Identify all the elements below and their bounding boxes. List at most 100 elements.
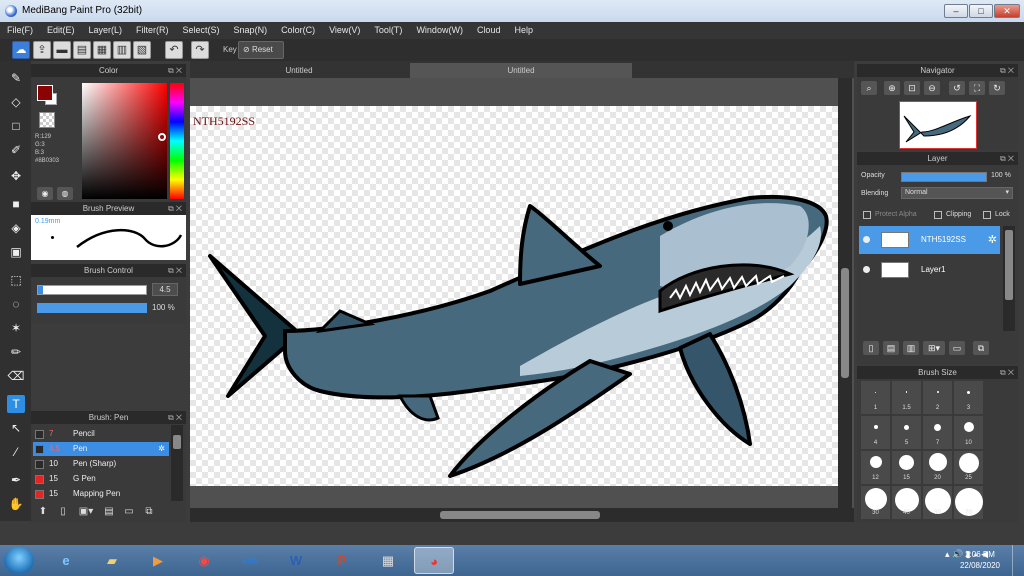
layer-visibility-toggle[interactable]	[863, 266, 870, 273]
brush-size-cell[interactable]: 25	[954, 451, 983, 484]
protect-alpha-checkbox[interactable]	[863, 211, 871, 219]
menu-layer[interactable]: Layer(L)	[82, 22, 130, 39]
select-tool-icon[interactable]: ⬚	[7, 271, 25, 289]
saturation-value-picker[interactable]	[82, 83, 167, 199]
word-icon[interactable]: W	[276, 547, 316, 574]
calculator-icon[interactable]: ▦	[368, 547, 408, 574]
new-layer-8bit-icon[interactable]: ▤	[883, 341, 899, 355]
scrollbar-thumb[interactable]	[173, 435, 181, 449]
blending-mode-select[interactable]: Normal ▾	[901, 187, 1013, 199]
brush-item-pen[interactable]: 4.5 Pen ✲	[33, 442, 169, 456]
redo-icon[interactable]: ↷	[191, 41, 209, 59]
brush-size-cell[interactable]: 70	[954, 486, 983, 519]
brush-size-cell[interactable]: 50	[923, 486, 952, 519]
document-icon[interactable]: ▦	[93, 41, 111, 59]
chrome-icon[interactable]: ◉	[184, 547, 224, 574]
zoom-in-icon[interactable]: ⊕	[884, 81, 900, 95]
brush-size-cell[interactable]: 12	[861, 451, 890, 484]
brush-item-mapping-pen[interactable]: 15 Mapping Pen	[33, 487, 169, 501]
transparent-color-swatch[interactable]	[39, 112, 55, 128]
gradient-tool-icon[interactable]: ▣	[7, 243, 25, 261]
panel-popout-close-icon[interactable]: ⧉ ✕	[168, 202, 182, 215]
select-pen-tool-icon[interactable]: ✏	[7, 343, 25, 361]
duplicate-layer-icon[interactable]: ⧉	[973, 341, 989, 355]
brush-size-cell[interactable]: 4	[861, 416, 890, 449]
menu-window[interactable]: Window(W)	[409, 22, 470, 39]
menu-filter[interactable]: Filter(R)	[129, 22, 176, 39]
zalo-icon[interactable]: Zalo	[230, 547, 270, 574]
undo-icon[interactable]: ↶	[165, 41, 183, 59]
brush-size-cell[interactable]: 15	[892, 451, 921, 484]
brush-item-pen-sharp[interactable]: 10 Pen (Sharp)	[33, 457, 169, 471]
brush-item-pencil[interactable]: 7 Pencil	[33, 427, 169, 441]
medibang-taskbar-icon[interactable]: ◕	[414, 547, 454, 574]
materials-icon[interactable]: ▧	[133, 41, 151, 59]
foreground-color-swatch[interactable]	[37, 85, 53, 101]
rotate-left-icon[interactable]: ↺	[949, 81, 965, 95]
eyedropper-tool-icon[interactable]: ⁄	[7, 443, 25, 461]
scrollbar-thumb[interactable]	[1005, 230, 1013, 300]
menu-file[interactable]: File(F)	[0, 22, 40, 39]
menu-snap[interactable]: Snap(N)	[227, 22, 275, 39]
tab-untitled-1[interactable]: Untitled	[190, 63, 408, 78]
brush-list-scrollbar[interactable]	[171, 425, 183, 501]
panel-popout-close-icon[interactable]: ⧉ ✕	[1000, 152, 1014, 165]
bucket-tool-icon[interactable]: ◈	[7, 219, 25, 237]
minimize-button[interactable]: –	[944, 4, 968, 18]
maximize-button[interactable]: □	[969, 4, 993, 18]
panel-popout-close-icon[interactable]: ⧉ ✕	[168, 64, 182, 77]
brush-opacity-slider[interactable]	[37, 303, 147, 313]
clipping-checkbox[interactable]	[934, 211, 942, 219]
layer-row-nth5192ss[interactable]: NTH5192SS ✲	[859, 226, 1000, 254]
brush-item-g-pen[interactable]: 15 G Pen	[33, 472, 169, 486]
lock-checkbox[interactable]	[983, 211, 991, 219]
drawing-canvas[interactable]: NTH5192SS	[190, 106, 838, 486]
cloud-icon[interactable]: ☁	[12, 41, 30, 59]
brush-size-cell[interactable]: 1.5	[892, 381, 921, 414]
eraser-tool-icon[interactable]: ◇	[7, 93, 25, 111]
menu-select[interactable]: Select(S)	[176, 22, 227, 39]
reset-button[interactable]: ⊘ Reset	[238, 41, 284, 59]
tab-untitled-2[interactable]: Untitled	[410, 63, 632, 78]
canvas-horizontal-scrollbar[interactable]	[190, 508, 854, 522]
powerpoint-icon[interactable]: P	[322, 547, 362, 574]
select-eraser-tool-icon[interactable]: ⌫	[7, 367, 25, 385]
brush-size-slider[interactable]	[37, 285, 147, 295]
palette-icon[interactable]: ◉	[37, 187, 53, 200]
brush-menu-icon[interactable]: ▣▾	[75, 505, 97, 519]
menu-edit[interactable]: Edit(E)	[40, 22, 82, 39]
hue-slider[interactable]	[170, 83, 184, 199]
brush-duplicate-icon[interactable]: ⧉	[141, 505, 157, 519]
brush-size-cell[interactable]: 30	[861, 486, 890, 519]
brush-settings-icon[interactable]: ▤	[101, 505, 117, 519]
layer-opacity-slider[interactable]	[901, 172, 987, 182]
brush-size-cell[interactable]: 7	[923, 416, 952, 449]
brush-size-cell[interactable]: 3	[954, 381, 983, 414]
hand-tool-icon[interactable]: ✋	[7, 495, 25, 513]
text-tool-icon[interactable]: T	[7, 395, 25, 413]
canvas-vertical-scrollbar[interactable]	[838, 78, 852, 508]
dot-tool-icon[interactable]: ✐	[7, 141, 25, 159]
system-clock[interactable]: 2:06 PM 22/08/2020	[960, 549, 1000, 571]
brush-size-cell[interactable]: 5	[892, 416, 921, 449]
add-layer-menu-icon[interactable]: ⊞▾	[923, 341, 945, 355]
fullscreen-icon[interactable]: ⛶	[969, 81, 985, 95]
gear-icon[interactable]: ✲	[158, 442, 165, 456]
zoom-out-icon[interactable]: ⊖	[924, 81, 940, 95]
panel-popout-close-icon[interactable]: ⧉ ✕	[1000, 64, 1014, 77]
brush-size-cell[interactable]: 1	[861, 381, 890, 414]
new-layer-1bit-icon[interactable]: ▥	[903, 341, 919, 355]
dropper-tool-icon[interactable]: ✒	[7, 471, 25, 489]
brush-tool-icon[interactable]: ✎	[7, 69, 25, 87]
magic-wand-tool-icon[interactable]: ✶	[7, 319, 25, 337]
close-button[interactable]: ✕	[994, 4, 1020, 18]
media-player-icon[interactable]: ▶	[138, 547, 178, 574]
scrollbar-thumb[interactable]	[440, 511, 600, 519]
internet-explorer-icon[interactable]: e	[46, 547, 86, 574]
panel-popout-close-icon[interactable]: ⧉ ✕	[1000, 366, 1014, 379]
new-layer-icon[interactable]: ▯	[863, 341, 879, 355]
operation-tool-icon[interactable]: ↖	[7, 419, 25, 437]
layer-visibility-toggle[interactable]	[863, 236, 870, 243]
brush-size-cell[interactable]: 20	[923, 451, 952, 484]
new-brush-icon[interactable]: ▯	[55, 505, 71, 519]
